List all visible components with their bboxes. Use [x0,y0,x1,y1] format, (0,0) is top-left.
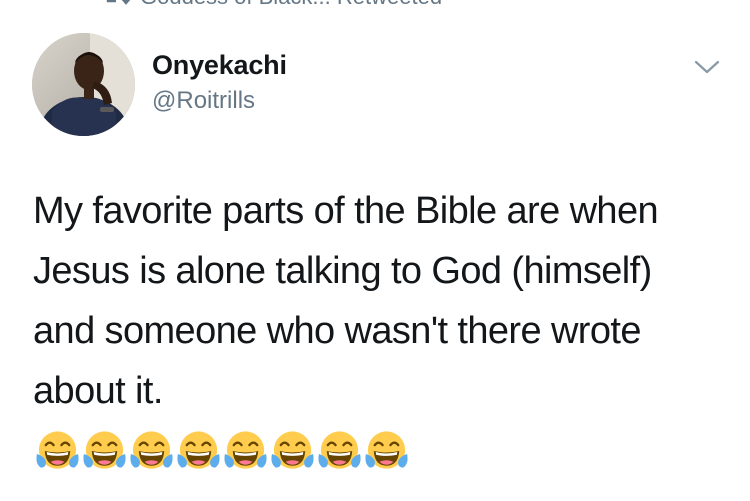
tweet-text-line: and someone who wasn't there wrote [33,310,641,352]
face-with-tears-of-joy-icon [83,431,126,469]
tweet-text-line: Jesus is alone talking to God (himself) [33,250,652,292]
face-with-tears-of-joy-icon [177,431,220,469]
tweet-text-line: My favorite parts of the Bible are when [33,190,659,232]
face-with-tears-of-joy-icon [130,431,173,469]
tweet-text-line: about it. [33,370,163,412]
face-with-tears-of-joy-icon [36,431,79,469]
emoji-row [34,428,410,476]
tweet-text: My favorite parts of the Bible are when … [33,181,733,421]
face-with-tears-of-joy-icon [224,431,267,469]
retweet-icon [104,0,130,6]
face-with-tears-of-joy-icon [271,431,314,469]
face-with-tears-of-joy-icon [365,431,408,469]
retweet-context-text: Goddess of Black... Retweeted [140,0,442,10]
avatar[interactable] [32,33,135,136]
author-handle[interactable]: @Roitrills [152,87,255,115]
face-with-tears-of-joy-icon [318,431,361,469]
chevron-down-icon[interactable] [694,58,720,76]
author-display-name[interactable]: Onyekachi [152,50,287,81]
retweet-context[interactable]: Goddess of Black... Retweeted [104,0,442,10]
